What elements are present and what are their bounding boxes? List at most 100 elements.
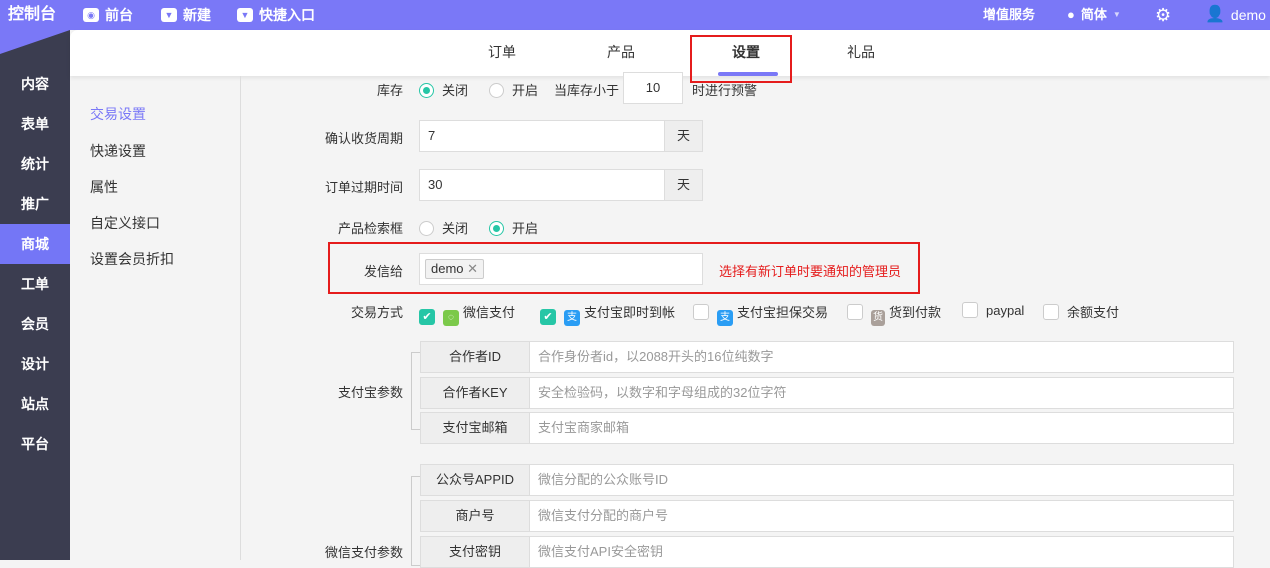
alipay-partner-id-input[interactable]: 合作身份者id，以2088开头的16位纯数字 bbox=[529, 341, 1234, 373]
checkbox-checked: ✔ bbox=[540, 309, 556, 325]
checkbox-unchecked bbox=[1043, 304, 1059, 320]
subnav-item[interactable]: 快递设置 bbox=[90, 141, 146, 161]
user-menu[interactable]: 👤 demo bbox=[1205, 0, 1266, 30]
stock-warn-text: 时进行预警 bbox=[692, 83, 758, 98]
tab-gifts[interactable]: 礼品 bbox=[821, 30, 901, 76]
radio-label: 关闭 bbox=[442, 83, 469, 98]
stock-off-radio[interactable]: 关闭 bbox=[419, 80, 468, 99]
radio-selected bbox=[489, 221, 504, 236]
alipay-icon: 支 bbox=[717, 310, 733, 326]
wechat-appid-label: 公众号APPID bbox=[420, 464, 530, 496]
wechat-merchant-input[interactable]: 微信支付分配的商户号 bbox=[529, 500, 1234, 532]
subnav-item[interactable]: 属性 bbox=[90, 177, 118, 197]
confirm-period-label: 确认收货周期 bbox=[324, 131, 403, 146]
day-unit: 天 bbox=[664, 169, 703, 201]
alipay-icon: 支 bbox=[564, 310, 580, 326]
checkbox-unchecked bbox=[847, 304, 863, 320]
sidebar-item[interactable]: 会员 bbox=[0, 304, 70, 344]
method-label: 微信支付 bbox=[463, 305, 516, 320]
quick-entry-menu[interactable]: ▼ 快捷入口 bbox=[237, 0, 315, 30]
method-label: 货到付款 bbox=[889, 305, 942, 320]
wechat-appid-input[interactable]: 微信分配的公众账号ID bbox=[529, 464, 1234, 496]
pay-alipay-escrow-checkbox[interactable]: 支支付宝担保交易 bbox=[693, 302, 828, 326]
language-select[interactable]: ● 简体 ▼ bbox=[1067, 0, 1121, 30]
tab-products[interactable]: 产品 bbox=[581, 30, 661, 76]
pay-paypal-checkbox[interactable]: paypal bbox=[962, 302, 1024, 318]
radio-selected bbox=[419, 83, 434, 98]
user-icon: 👤 bbox=[1205, 6, 1225, 23]
pay-wechat-checkbox[interactable]: ✔ ◌ 微信支付 bbox=[419, 302, 515, 326]
alipay-email-input[interactable]: 支付宝商家邮箱 bbox=[529, 412, 1234, 444]
confirm-period-input[interactable]: 7 bbox=[419, 120, 665, 152]
sidebar-item[interactable]: 设计 bbox=[0, 344, 70, 384]
pay-cod-checkbox[interactable]: 货货到付款 bbox=[847, 302, 941, 326]
method-label: 支付宝即时到帐 bbox=[584, 305, 676, 320]
pay-alipay-instant-checkbox[interactable]: ✔ 支支付宝即时到帐 bbox=[540, 302, 675, 326]
stock-less-than-text: 当库存小于 bbox=[554, 83, 620, 98]
sidebar-item[interactable]: 推广 bbox=[0, 184, 70, 224]
checkbox-unchecked bbox=[962, 302, 978, 318]
tag-label: demo bbox=[431, 261, 464, 276]
search-box-label: 产品检索框 bbox=[337, 221, 403, 236]
new-menu[interactable]: ▼ 新建 bbox=[161, 0, 211, 30]
alipay-params-label: 支付宝参数 bbox=[337, 385, 403, 400]
wechat-merchant-label: 商户号 bbox=[420, 500, 530, 532]
payment-method-label: 交易方式 bbox=[350, 305, 403, 320]
search-box-on-radio[interactable]: 开启 bbox=[489, 218, 538, 237]
order-expire-label: 订单过期时间 bbox=[324, 180, 403, 195]
subnav-item[interactable]: 交易设置 bbox=[90, 104, 146, 124]
value-service-link[interactable]: 增值服务 bbox=[983, 0, 1035, 30]
alipay-partner-id-label: 合作者ID bbox=[420, 341, 530, 373]
globe-icon: ● bbox=[1067, 7, 1075, 22]
wechat-key-input[interactable]: 微信支付API安全密钥 bbox=[529, 536, 1234, 568]
remove-tag-icon[interactable]: ✕ bbox=[467, 261, 478, 276]
sidebar-item[interactable]: 商城 bbox=[0, 224, 70, 264]
front-label: 前台 bbox=[105, 7, 133, 23]
sidebar-item[interactable]: 工单 bbox=[0, 264, 70, 304]
order-expire-input[interactable]: 30 bbox=[419, 169, 665, 201]
method-label: 支付宝担保交易 bbox=[737, 305, 829, 320]
front-link[interactable]: ◉ 前台 bbox=[83, 0, 133, 30]
checkbox-checked: ✔ bbox=[419, 309, 435, 325]
day-unit: 天 bbox=[664, 120, 703, 152]
radio-label: 开启 bbox=[512, 221, 539, 236]
top-bar: 控制台 ◉ 前台 ▼ 新建 ▼ 快捷入口 增值服务 ● 简体 ▼ ⚙ 👤 demo bbox=[0, 0, 1270, 30]
logo[interactable]: 控制台 bbox=[8, 0, 56, 30]
sidebar-item[interactable]: 内容 bbox=[0, 64, 70, 104]
dropdown-icon: ▼ bbox=[237, 8, 253, 22]
alipay-partner-key-input[interactable]: 安全检验码，以数字和字母组成的32位字符 bbox=[529, 377, 1234, 409]
alipay-partner-key-label: 合作者KEY bbox=[420, 377, 530, 409]
sidebar-item[interactable]: 平台 bbox=[0, 424, 70, 464]
checkbox-unchecked bbox=[693, 304, 709, 320]
cod-icon: 货 bbox=[871, 310, 885, 326]
sub-nav: 交易设置快递设置属性自定义接口设置会员折扣 bbox=[70, 76, 241, 560]
highlight-box bbox=[690, 35, 792, 83]
radio-label: 开启 bbox=[512, 83, 539, 98]
username: demo bbox=[1230, 7, 1266, 23]
alipay-email-label: 支付宝邮箱 bbox=[420, 412, 530, 444]
sidebar-item[interactable]: 站点 bbox=[0, 384, 70, 424]
radio-label: 关闭 bbox=[442, 221, 469, 236]
radio-unselected bbox=[489, 83, 504, 98]
sidebar-item[interactable]: 统计 bbox=[0, 144, 70, 184]
quick-label: 快捷入口 bbox=[259, 7, 315, 23]
method-label: paypal bbox=[986, 303, 1025, 318]
sidebar-decoration bbox=[0, 30, 70, 54]
stock-on-radio[interactable]: 开启 bbox=[489, 80, 538, 99]
subnav-item[interactable]: 设置会员折扣 bbox=[90, 249, 174, 269]
sidebar: 内容 表单 统计 推广 商城 工单 会员 设计 站点 平台 bbox=[0, 30, 70, 560]
language-label: 简体 bbox=[1080, 7, 1107, 22]
send-to-hint: 选择有新订单时要通知的管理员 bbox=[719, 264, 902, 279]
subnav-item[interactable]: 自定义接口 bbox=[90, 213, 160, 233]
tab-orders[interactable]: 订单 bbox=[462, 30, 542, 76]
sidebar-item[interactable]: 表单 bbox=[0, 104, 70, 144]
search-box-off-radio[interactable]: 关闭 bbox=[419, 218, 468, 237]
gear-icon[interactable]: ⚙ bbox=[1155, 0, 1171, 30]
stock-threshold-input[interactable]: 10 bbox=[623, 72, 683, 104]
stock-label: 库存 bbox=[376, 83, 403, 98]
pay-balance-checkbox[interactable]: 余额支付 bbox=[1043, 302, 1119, 321]
group-bracket bbox=[411, 352, 420, 430]
recipient-tag: demo ✕ bbox=[425, 259, 485, 279]
send-to-input[interactable]: demo ✕ bbox=[419, 253, 703, 285]
caret-down-icon: ▼ bbox=[1112, 10, 1121, 19]
